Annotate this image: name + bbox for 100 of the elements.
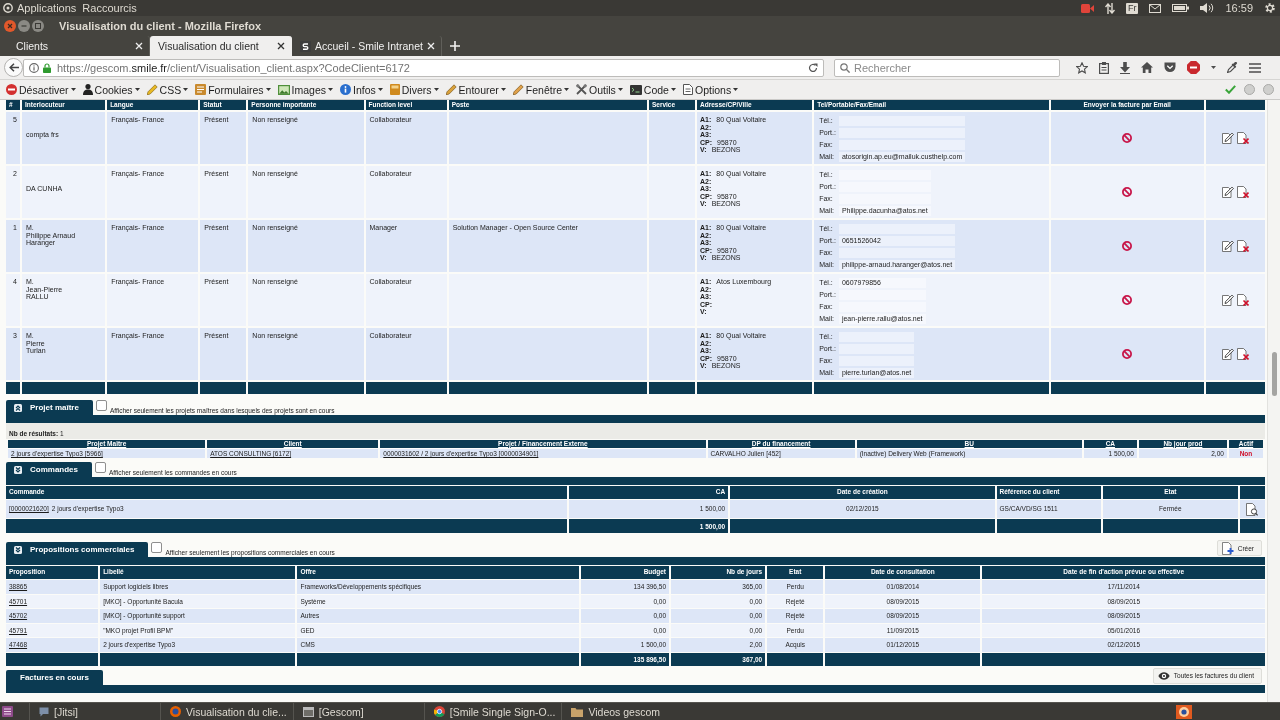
column-header	[1239, 486, 1265, 499]
taskbar-item[interactable]: [Gescom]	[292, 703, 424, 720]
caret-icon	[670, 88, 676, 91]
pencil-icon	[146, 84, 158, 95]
camera-icon[interactable]	[1080, 3, 1094, 13]
edit-icon[interactable]	[1221, 294, 1234, 306]
edit-icon[interactable]	[1221, 186, 1234, 198]
start-button[interactable]	[0, 703, 14, 720]
toolbar-menu[interactable]: Formulaires	[195, 83, 271, 96]
back-button[interactable]	[4, 58, 23, 77]
settings-icon[interactable]	[1264, 2, 1276, 14]
section-title: Commandes	[30, 465, 78, 474]
toolbar-menu[interactable]: Infos	[340, 83, 383, 96]
toolbar-menu[interactable]: CSS	[146, 83, 189, 96]
pocket-icon[interactable]	[1164, 62, 1176, 73]
caret-icon	[328, 88, 333, 91]
tools-icon	[576, 84, 587, 95]
panel-menu[interactable]: Applications	[3, 2, 77, 14]
toolbar-menu[interactable]: Images	[277, 83, 333, 96]
delete-icon[interactable]	[1236, 132, 1249, 144]
delete-icon[interactable]	[1236, 294, 1249, 306]
terminal-icon	[629, 84, 642, 95]
eye-icon	[1157, 671, 1170, 680]
minimize-icon[interactable]	[18, 19, 30, 32]
chat-icon	[39, 706, 49, 717]
scrollbar-thumb[interactable]	[1271, 352, 1277, 396]
tray-button[interactable]	[1176, 704, 1192, 719]
toolbar-menu[interactable]: Fenêtre	[512, 83, 569, 96]
close-icon[interactable]	[277, 42, 285, 50]
caret-icon	[617, 88, 623, 91]
panel-menu[interactable]: Raccourcis	[82, 2, 137, 14]
toolbar-menu[interactable]: Désactiver	[6, 83, 76, 96]
check-icon[interactable]	[1225, 85, 1236, 94]
toolbar-menu[interactable]: Outils	[576, 83, 623, 96]
toolbar-menu[interactable]: Code	[629, 83, 676, 96]
info-icon[interactable]	[29, 62, 39, 73]
window-icon	[302, 706, 314, 717]
volume-icon[interactable]	[1200, 3, 1215, 13]
eyedropper-icon[interactable]	[1227, 62, 1238, 73]
section-title: Propositions commerciales	[30, 545, 135, 554]
menu-icon[interactable]	[1249, 62, 1261, 73]
table-footer-cell	[200, 382, 247, 394]
toolbar-menu[interactable]: Cookies	[82, 83, 140, 96]
lock-icon	[43, 62, 51, 73]
book-icon	[389, 84, 400, 95]
search-icon	[840, 62, 850, 73]
caret-icon	[134, 88, 140, 91]
table-footer-cell	[1205, 382, 1265, 394]
window-title: Visualisation du client - Mozilla Firefox	[59, 19, 262, 32]
caret-icon	[433, 88, 439, 91]
star-icon[interactable]	[1076, 61, 1088, 74]
checkbox[interactable]	[95, 400, 107, 411]
info-icon	[340, 84, 351, 95]
plus-icon[interactable]	[449, 40, 460, 51]
table-footer-cell	[648, 382, 695, 394]
mail-icon[interactable]	[1149, 3, 1162, 13]
taskbar-item[interactable]: Videos gescom	[561, 703, 693, 720]
folder-icon	[571, 706, 584, 717]
browser-icon	[1179, 706, 1189, 717]
browser-tab[interactable]: Visualisation du client	[150, 36, 292, 56]
checkbox[interactable]	[151, 542, 163, 553]
taskbar-item[interactable]: Visualisation du clie...	[160, 703, 293, 720]
delete-icon[interactable]	[1236, 348, 1249, 360]
chevrons-down-icon[interactable]	[14, 465, 22, 474]
add-document-icon	[1221, 541, 1234, 555]
caret-icon[interactable]	[1211, 66, 1216, 69]
site-logo-icon	[300, 40, 311, 52]
caret-icon	[265, 88, 271, 91]
taskbar-item[interactable]: [Smile Single Sign-O...	[423, 703, 562, 720]
edit-icon[interactable]	[1221, 240, 1234, 252]
delete-icon[interactable]	[1236, 186, 1249, 198]
home-icon[interactable]	[1141, 62, 1153, 73]
keyboard-layout[interactable]: Fr	[1125, 2, 1139, 14]
chevrons-down-icon[interactable]	[14, 545, 22, 554]
checkbox[interactable]	[95, 462, 106, 473]
stop-sign-icon[interactable]	[1187, 61, 1200, 74]
table-cell	[648, 220, 695, 272]
maximize-icon[interactable]	[32, 19, 44, 32]
table-cell	[648, 328, 695, 380]
table-footer-cell	[1239, 519, 1265, 533]
toolbar-menu[interactable]: Options	[682, 83, 739, 96]
scrollbar[interactable]	[1267, 100, 1280, 702]
taskbar-item[interactable]: [Jitsi]	[29, 703, 160, 720]
search-field[interactable]: Rechercher	[834, 58, 1060, 77]
battery-icon[interactable]	[1172, 4, 1190, 12]
reload-icon[interactable]	[808, 62, 818, 73]
toolbar-menu[interactable]: Entourer	[445, 83, 506, 96]
edit-icon[interactable]	[1221, 132, 1234, 144]
browser-icon	[433, 706, 445, 717]
delete-icon[interactable]	[1236, 240, 1249, 252]
edit-icon[interactable]	[1221, 348, 1234, 360]
chevrons-up-icon[interactable]	[14, 403, 22, 412]
pencil-icon	[445, 84, 457, 95]
document-icon[interactable]	[1246, 502, 1259, 516]
transfer-arrows-icon[interactable]	[1104, 2, 1115, 14]
clock: 16:59	[1225, 2, 1253, 14]
clipboard-icon[interactable]	[1099, 61, 1109, 74]
address-field[interactable]: https://gescom.smile.fr/client/Visualisation_client.aspx?CodeClient=6172	[23, 58, 824, 77]
toolbar-menu[interactable]: Divers	[389, 83, 439, 96]
download-icon[interactable]	[1120, 61, 1130, 74]
